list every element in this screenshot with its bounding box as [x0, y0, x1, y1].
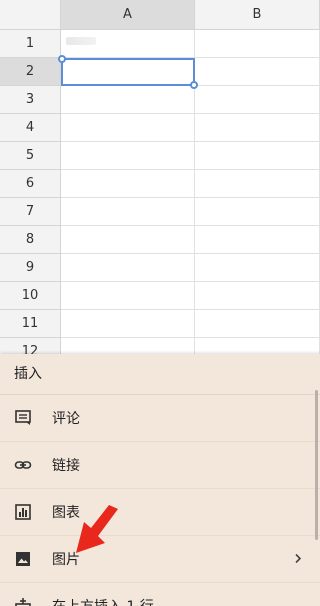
comment-icon — [14, 409, 32, 427]
cell-a5[interactable] — [61, 142, 195, 170]
cell-b10[interactable] — [195, 282, 320, 310]
sheet-row: 7 — [0, 198, 320, 226]
sheet-row: 11 — [0, 310, 320, 338]
cell-b1[interactable] — [195, 30, 320, 58]
menu-item-link[interactable]: 链接 — [0, 442, 320, 489]
sheet-row: 1 — [0, 30, 320, 58]
sheet-row: 4 — [0, 114, 320, 142]
row-header-9[interactable]: 9 — [0, 254, 61, 282]
row-header-7[interactable]: 7 — [0, 198, 61, 226]
sheet-row: 5 — [0, 142, 320, 170]
cell-a1-content — [66, 37, 96, 45]
link-icon — [14, 456, 32, 474]
menu-item-label: 图片 — [52, 552, 80, 568]
sheet-row: 3 — [0, 86, 320, 114]
cell-a7[interactable] — [61, 198, 195, 226]
cell-b9[interactable] — [195, 254, 320, 282]
select-all-corner[interactable] — [0, 0, 61, 30]
selected-cell-a2[interactable] — [58, 55, 198, 89]
menu-item-image[interactable]: 图片 — [0, 536, 320, 583]
cell-a4[interactable] — [61, 114, 195, 142]
cell-b7[interactable] — [195, 198, 320, 226]
cell-a9[interactable] — [61, 254, 195, 282]
menu-item-label: 图表 — [52, 505, 80, 521]
row-header-2[interactable]: 2 — [0, 58, 61, 86]
sheet-row: 9 — [0, 254, 320, 282]
menu-item-label: 在上方插入 1 行 — [52, 596, 154, 606]
chevron-right-icon — [294, 550, 302, 569]
cell-a3[interactable] — [61, 86, 195, 114]
menu-item-comment[interactable]: 评论 — [0, 395, 320, 442]
panel-scrollbar[interactable] — [315, 390, 318, 540]
selection-end-handle[interactable] — [190, 81, 198, 89]
spreadsheet-grid: A B 1 2 3 4 5 6 7 8 9 10 11 12 — [0, 0, 320, 360]
image-icon — [14, 550, 32, 568]
sheet-row: 10 — [0, 282, 320, 310]
cell-a10[interactable] — [61, 282, 195, 310]
row-header-6[interactable]: 6 — [0, 170, 61, 198]
cell-b11[interactable] — [195, 310, 320, 338]
cell-a6[interactable] — [61, 170, 195, 198]
menu-item-label: 评论 — [52, 411, 80, 427]
chart-icon — [14, 503, 32, 521]
cell-b8[interactable] — [195, 226, 320, 254]
row-header-5[interactable]: 5 — [0, 142, 61, 170]
menu-item-chart[interactable]: 图表 — [0, 489, 320, 536]
cell-b6[interactable] — [195, 170, 320, 198]
row-header-3[interactable]: 3 — [0, 86, 61, 114]
row-header-11[interactable]: 11 — [0, 310, 61, 338]
row-header-1[interactable]: 1 — [0, 30, 61, 58]
cell-b3[interactable] — [195, 86, 320, 114]
insert-row-icon — [14, 597, 32, 606]
cell-b2[interactable] — [195, 58, 320, 86]
row-header-10[interactable]: 10 — [0, 282, 61, 310]
sheet-row: 6 — [0, 170, 320, 198]
insert-panel-title: 插入 — [0, 354, 320, 395]
cell-a8[interactable] — [61, 226, 195, 254]
menu-item-insert-row-above[interactable]: 在上方插入 1 行 — [0, 583, 320, 606]
column-header-a[interactable]: A — [61, 0, 195, 30]
row-header-8[interactable]: 8 — [0, 226, 61, 254]
selection-start-handle[interactable] — [58, 55, 66, 63]
column-header-b[interactable]: B — [195, 0, 320, 30]
row-header-4[interactable]: 4 — [0, 114, 61, 142]
menu-item-label: 链接 — [52, 458, 80, 474]
cell-b5[interactable] — [195, 142, 320, 170]
sheet-row: 8 — [0, 226, 320, 254]
insert-panel: 插入 评论 链接 图表 图片 — [0, 354, 320, 606]
cell-b4[interactable] — [195, 114, 320, 142]
cell-a11[interactable] — [61, 310, 195, 338]
